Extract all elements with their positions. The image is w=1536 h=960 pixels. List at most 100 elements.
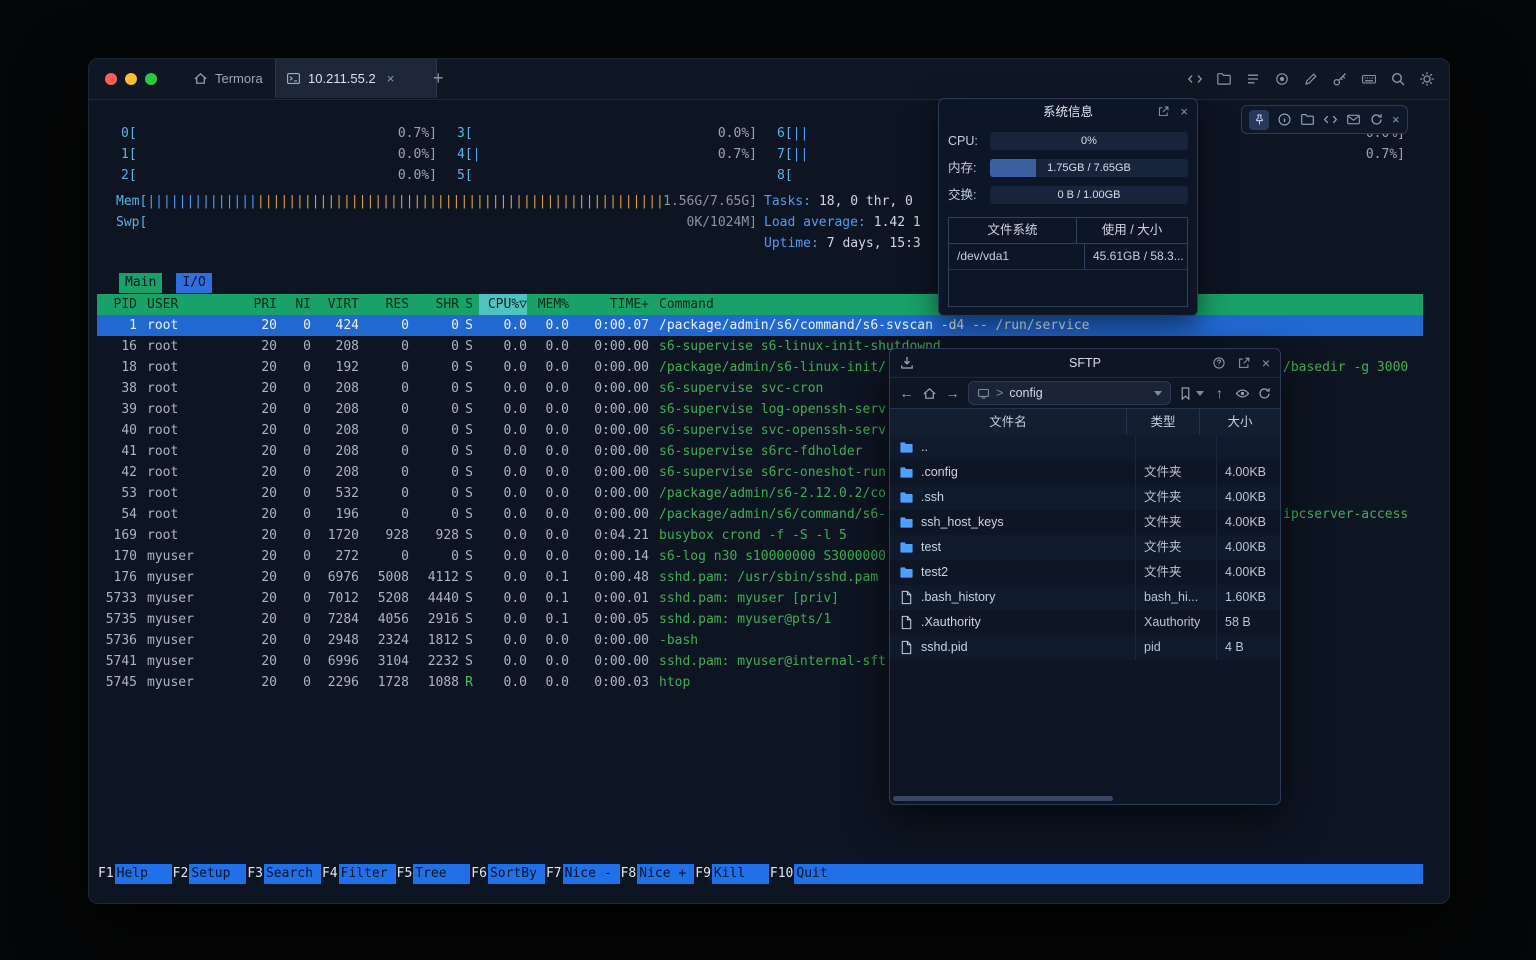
- col-res[interactable]: RES: [359, 294, 409, 315]
- col-virt[interactable]: VIRT: [311, 294, 359, 315]
- list-icon[interactable]: [1245, 71, 1261, 87]
- keyboard-icon[interactable]: [1361, 71, 1377, 87]
- col-pid[interactable]: PID: [97, 294, 137, 315]
- file-type-icon: [899, 615, 914, 630]
- function-key-bar: F1Help F2Setup F3Search F4Filter F5Tree …: [97, 864, 1423, 884]
- fn-action-button[interactable]: SortBy: [488, 864, 545, 884]
- file-row[interactable]: .ssh 文件夹 4.00KB: [890, 485, 1280, 510]
- fn-action-button[interactable]: Kill: [712, 864, 769, 884]
- file-name: sshd.pid: [921, 635, 968, 660]
- col-shr[interactable]: SHR: [409, 294, 459, 315]
- col-cpu-sorted[interactable]: CPU%▽: [479, 294, 527, 315]
- minimize-window-button[interactable]: [125, 73, 137, 85]
- code-icon[interactable]: [1323, 112, 1338, 127]
- external-link-icon[interactable]: [1237, 356, 1251, 370]
- titlebar-actions: [1187, 59, 1435, 98]
- fn-action-button[interactable]: Help: [115, 864, 172, 884]
- code-icon[interactable]: [1187, 71, 1203, 87]
- file-type-icon: [899, 590, 914, 605]
- col-size[interactable]: 大小: [1200, 409, 1280, 436]
- col-pri[interactable]: PRI: [237, 294, 277, 315]
- htop-tab-main[interactable]: Main: [119, 273, 162, 293]
- file-name: ssh_host_keys: [921, 510, 1004, 535]
- quick-toolbar: ×: [1241, 105, 1408, 134]
- file-row[interactable]: test 文件夹 4.00KB: [890, 535, 1280, 560]
- file-type-icon: [899, 440, 914, 455]
- key-icon[interactable]: [1332, 71, 1348, 87]
- folder-icon[interactable]: [1300, 112, 1315, 127]
- fn-action-button[interactable]: Nice -: [563, 864, 620, 884]
- close-icon[interactable]: ×: [1392, 112, 1400, 127]
- chevron-down-icon: [1196, 391, 1204, 396]
- htop-tab-io[interactable]: I/O: [176, 273, 211, 293]
- fn-key: F8: [620, 864, 638, 884]
- cpu-meter-3: 3[0.0%]: [457, 123, 757, 144]
- folder-icon[interactable]: [1216, 71, 1232, 87]
- file-row[interactable]: ssh_host_keys 文件夹 4.00KB: [890, 510, 1280, 535]
- back-arrow-icon[interactable]: ←: [898, 385, 915, 401]
- file-row[interactable]: .bash_history bash_hi... 1.60KB: [890, 585, 1280, 610]
- sftp-toolbar: ← → > config ↑: [890, 378, 1280, 408]
- cpu-usage-metric: CPU: 0%: [948, 132, 1188, 150]
- up-arrow-icon[interactable]: ↑: [1211, 385, 1228, 401]
- titlebar: Termora 10.211.55.2 × +: [89, 59, 1449, 100]
- edit-icon[interactable]: [1303, 71, 1319, 87]
- file-row[interactable]: .config 文件夹 4.00KB: [890, 460, 1280, 485]
- col-mem[interactable]: MEM%: [527, 294, 569, 315]
- swap-meter: Swp[0K/1024M]: [116, 212, 757, 233]
- col-user[interactable]: USER: [137, 294, 237, 315]
- record-icon[interactable]: [1274, 71, 1290, 87]
- cpu-usage-bar: 0%: [990, 132, 1188, 150]
- close-icon[interactable]: ×: [1180, 105, 1188, 118]
- command-overflow-1: /basedir -g 3000: [1283, 357, 1408, 378]
- fn-action-button[interactable]: Search: [264, 864, 321, 884]
- path-breadcrumb[interactable]: > config: [968, 381, 1171, 405]
- settings-icon[interactable]: [1419, 71, 1435, 87]
- col-state[interactable]: S: [459, 294, 479, 315]
- fn-action-button[interactable]: Setup: [189, 864, 246, 884]
- info-icon[interactable]: [1277, 112, 1292, 127]
- col-type[interactable]: 类型: [1127, 409, 1200, 436]
- external-link-icon[interactable]: [1157, 105, 1170, 118]
- col-time[interactable]: TIME+: [569, 294, 649, 315]
- file-size: 4.00KB: [1217, 510, 1280, 535]
- tab-session[interactable]: 10.211.55.2 ×: [275, 59, 437, 98]
- question-icon[interactable]: [1212, 356, 1226, 370]
- search-icon[interactable]: [1390, 71, 1406, 87]
- file-row[interactable]: .Xauthority Xauthority 58 B: [890, 610, 1280, 635]
- fn-action-button[interactable]: Tree: [413, 864, 470, 884]
- home-icon[interactable]: [922, 386, 937, 401]
- tab-home[interactable]: Termora: [181, 59, 275, 98]
- fn-key: F9: [694, 864, 712, 884]
- filesystem-row: /dev/vda1 45.61GB / 58.3...: [949, 244, 1187, 270]
- fn-action-button[interactable]: Quit: [794, 864, 851, 884]
- fn-key: F10: [769, 864, 794, 884]
- chevron-down-icon[interactable]: [1154, 391, 1162, 396]
- refresh-icon[interactable]: [1369, 112, 1384, 127]
- new-tab-button[interactable]: +: [425, 59, 452, 98]
- pin-button[interactable]: [1249, 110, 1269, 130]
- close-window-button[interactable]: [105, 73, 117, 85]
- file-row[interactable]: test2 文件夹 4.00KB: [890, 560, 1280, 585]
- fn-action-button[interactable]: Nice +: [637, 864, 694, 884]
- refresh-icon[interactable]: [1257, 386, 1272, 401]
- fn-action-button[interactable]: Filter: [339, 864, 396, 884]
- mail-icon[interactable]: [1346, 112, 1361, 127]
- process-row[interactable]: 1root200 42400S 0.00.00:00.07/package/ad…: [97, 315, 1423, 336]
- col-ni[interactable]: NI: [277, 294, 311, 315]
- bookmark-button[interactable]: [1178, 386, 1204, 401]
- file-table-header: 文件名 类型 大小: [890, 408, 1280, 437]
- file-size: 58 B: [1217, 610, 1280, 635]
- close-icon[interactable]: ×: [1262, 356, 1270, 370]
- file-row[interactable]: ..: [890, 435, 1280, 460]
- zoom-window-button[interactable]: [145, 73, 157, 85]
- horizontal-scrollbar[interactable]: [893, 796, 1113, 801]
- col-filename[interactable]: 文件名: [890, 409, 1127, 436]
- function-bar-fill: [851, 864, 1423, 884]
- home-icon: [193, 71, 208, 86]
- memory-usage-bar: 1.75GB / 7.65GB: [990, 159, 1188, 177]
- forward-arrow-icon[interactable]: →: [944, 385, 961, 401]
- tab-close-icon[interactable]: ×: [387, 71, 395, 86]
- file-row[interactable]: sshd.pid pid 4 B: [890, 635, 1280, 660]
- eye-icon[interactable]: [1235, 386, 1250, 401]
